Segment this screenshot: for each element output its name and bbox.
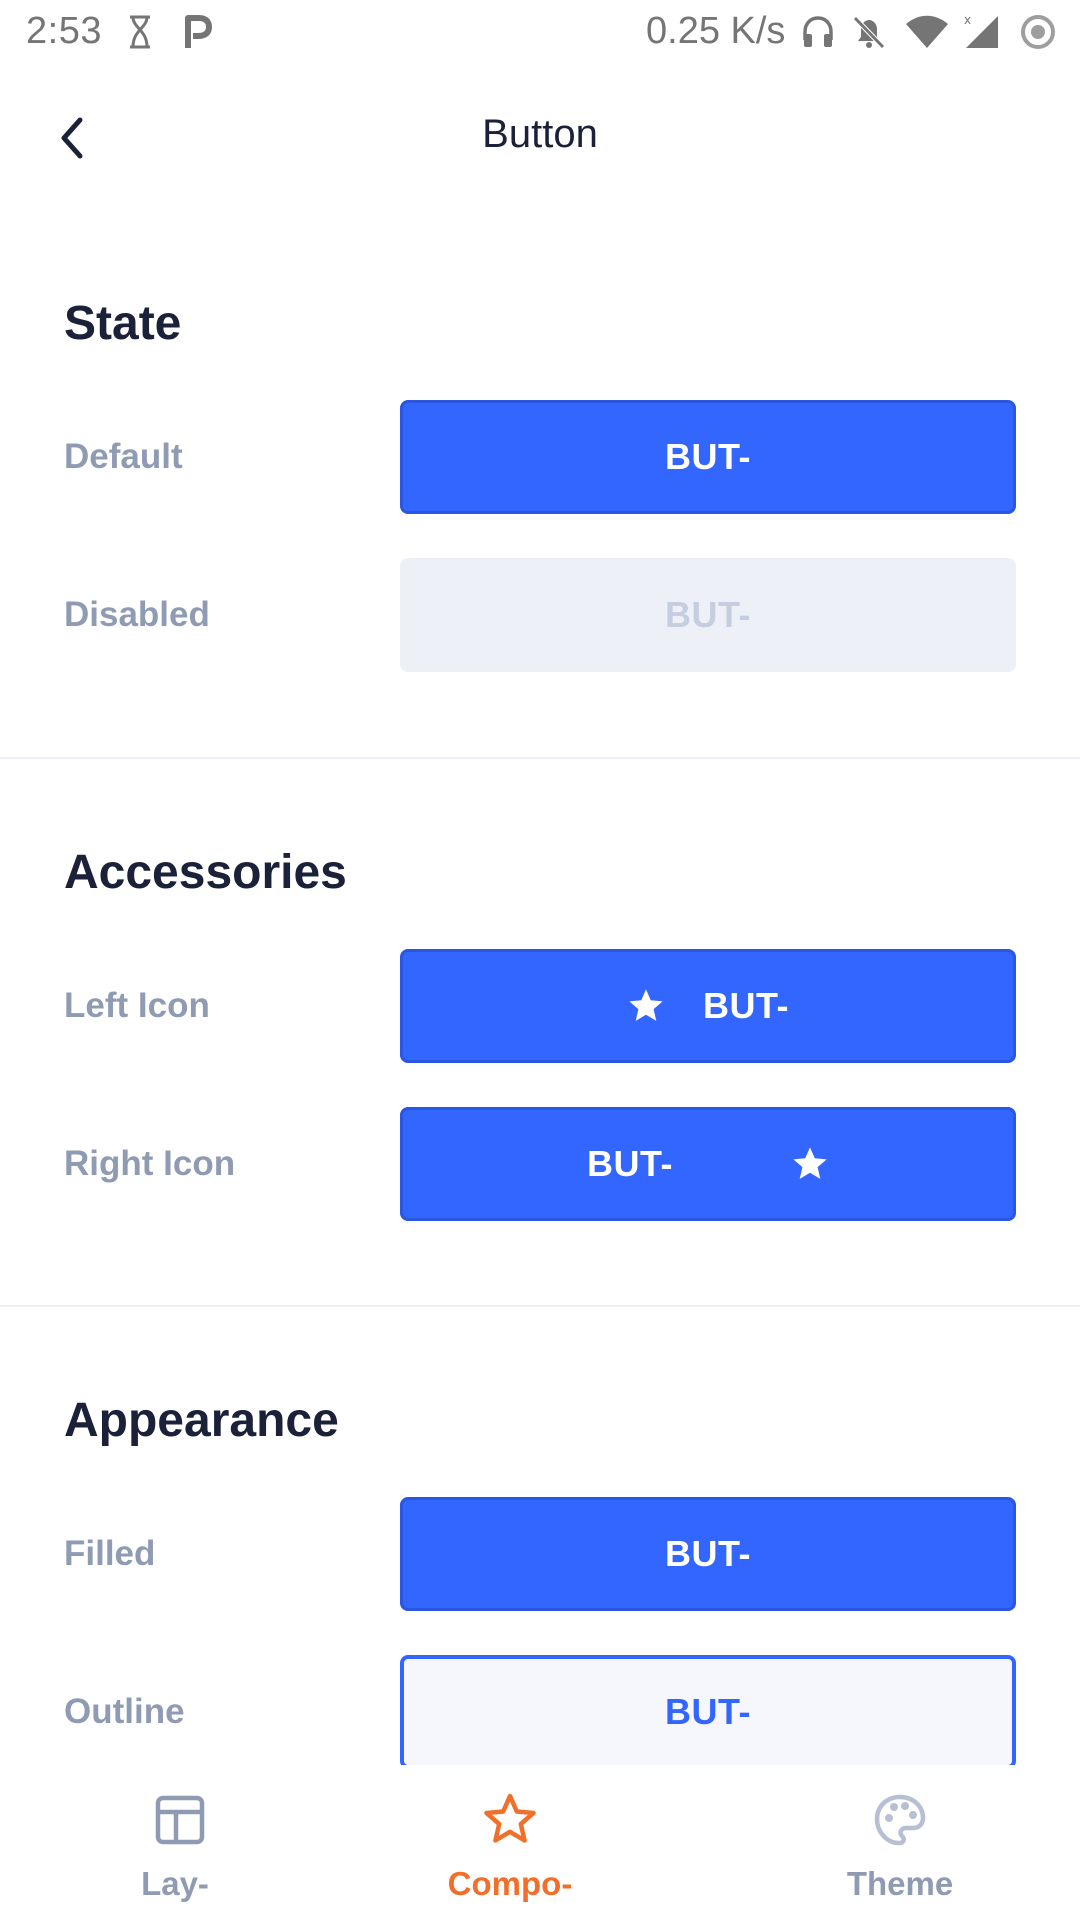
nav-item-layouts[interactable]: Lay-	[0, 1765, 360, 1920]
star-icon	[793, 1147, 827, 1179]
row-label-filled: Filled	[64, 1534, 156, 1573]
wifi-icon	[906, 15, 948, 48]
button-label: BUT-	[665, 594, 751, 635]
top-navigation: Button	[0, 64, 1080, 212]
headphones-icon	[803, 16, 833, 47]
button-label: BUT-	[665, 1691, 751, 1732]
row-label-outline: Outline	[64, 1692, 185, 1731]
nav-item-components[interactable]: Compo-	[330, 1765, 690, 1920]
hourglass-icon	[130, 15, 150, 49]
svg-text:x: x	[964, 14, 971, 27]
star-icon	[629, 989, 663, 1021]
record-icon	[1021, 15, 1055, 49]
p-app-icon	[185, 15, 212, 48]
button-label: BUT-	[665, 1533, 751, 1574]
palette-icon	[874, 1794, 926, 1846]
button-label: BUT-	[703, 985, 789, 1026]
nav-item-theme[interactable]: Theme	[720, 1765, 1080, 1920]
disabled-button: BUT-	[400, 558, 1016, 672]
bottom-navigation: Lay- Compo- Theme	[0, 1765, 1080, 1920]
default-button[interactable]: BUT-	[400, 400, 1016, 514]
status-bar: 2:53 0.25 K/s x	[0, 0, 1080, 64]
section-title: Appearance	[64, 1394, 339, 1447]
outline-button[interactable]: BUT-	[400, 1655, 1016, 1769]
right-icon-button[interactable]: BUT-	[400, 1107, 1016, 1221]
divider	[0, 757, 1080, 759]
signal-icon: x	[964, 14, 998, 48]
section-title: State	[64, 297, 182, 350]
nav-label: Compo-	[447, 1865, 573, 1902]
star-outline-icon	[484, 1793, 536, 1843]
filled-button[interactable]: BUT-	[400, 1497, 1016, 1611]
button-label: BUT-	[587, 1143, 673, 1184]
net-speed: 0.25 K/s	[646, 10, 786, 52]
layout-icon	[155, 1795, 205, 1845]
row-label-right-icon: Right Icon	[64, 1144, 236, 1183]
section-title: Accessories	[64, 846, 347, 899]
nav-label: Theme	[846, 1865, 954, 1902]
bell-off-icon	[853, 16, 885, 49]
page-title: Button	[482, 112, 598, 156]
button-label: BUT-	[665, 436, 751, 477]
left-icon-button[interactable]: BUT-	[400, 949, 1016, 1063]
status-time: 2:53	[26, 10, 102, 52]
row-label-default: Default	[64, 437, 183, 476]
nav-label: Lay-	[141, 1865, 209, 1902]
divider	[0, 1305, 1080, 1307]
row-label-left-icon: Left Icon	[64, 986, 210, 1025]
row-label-disabled: Disabled	[64, 595, 210, 634]
